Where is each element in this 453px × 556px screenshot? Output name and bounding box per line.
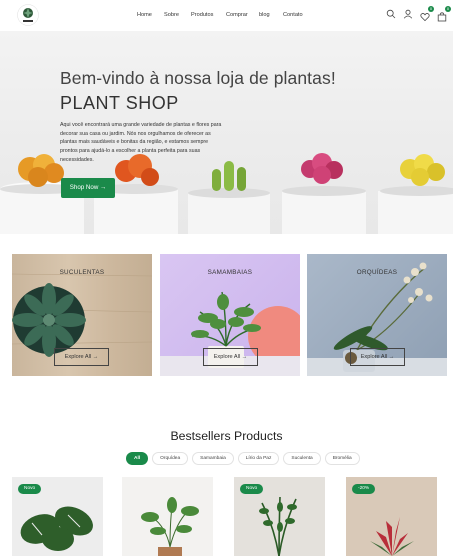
filter-all[interactable]: All: [126, 452, 149, 465]
hero-description: Aqui você encontrará uma grande variedad…: [60, 122, 222, 163]
nav-comprar[interactable]: Comprar: [226, 12, 248, 18]
search-icon[interactable]: [386, 9, 396, 19]
heart-icon: [420, 13, 430, 22]
product-card[interactable]: -20%: [346, 477, 437, 556]
filter-lirio-da-paz[interactable]: Lírio da Paz: [237, 452, 280, 465]
product-badge: -20%: [352, 484, 376, 494]
category-card-orquideas[interactable]: ORQUÍDEAS Explore All →: [307, 254, 447, 376]
shop-now-button[interactable]: Shop Now →: [61, 178, 115, 198]
filter-orquidea[interactable]: Orquídea: [152, 452, 189, 465]
product-card[interactable]: [122, 477, 213, 556]
explore-all-button[interactable]: Explore All →: [203, 348, 258, 366]
header-actions: 0 0: [386, 6, 451, 22]
nav-contato[interactable]: Contato: [283, 12, 303, 18]
explore-all-button[interactable]: Explore All →: [54, 348, 109, 366]
product-card[interactable]: Novo: [12, 477, 103, 556]
wishlist-count-badge: 0: [428, 6, 434, 12]
product-filter-tabs: All Orquídea Samambaia Lírio da Paz Sucu…: [126, 452, 360, 465]
product-badge: Novo: [18, 484, 42, 494]
hero-brand: PLANT SHOP: [60, 93, 179, 113]
category-card-samambaias[interactable]: SAMAMBAIAS Explore All →: [160, 254, 300, 376]
nav-sobre[interactable]: Sobre: [164, 12, 179, 18]
plant-shop-logo[interactable]: [17, 4, 39, 26]
product-badge: Novo: [240, 484, 264, 494]
filter-suculenta[interactable]: Suculenta: [283, 452, 321, 465]
nav-produtos[interactable]: Produtos: [191, 12, 213, 18]
nav-home[interactable]: Home: [137, 12, 152, 18]
product-card[interactable]: Novo: [234, 477, 325, 556]
cart-button[interactable]: 0: [437, 6, 451, 22]
shopping-bag-icon: [437, 12, 447, 22]
site-header: Home Sobre Produtos Comprar blog Contato…: [0, 0, 453, 31]
category-label: ORQUÍDEAS: [356, 269, 398, 276]
nav-blog[interactable]: blog: [259, 12, 270, 18]
filter-samambaia[interactable]: Samambaia: [192, 452, 234, 465]
cart-count-badge: 0: [445, 6, 451, 12]
user-icon[interactable]: [403, 9, 413, 19]
hero-title: Bem-vindo à nossa loja de plantas!: [60, 68, 336, 88]
category-card-suculentas[interactable]: SUCULENTAS Explore All →: [12, 254, 152, 376]
category-label: SAMAMBAIAS: [207, 269, 253, 276]
hero-banner: Bem-vindo à nossa loja de plantas! PLANT…: [0, 31, 453, 234]
bestsellers-title: Bestsellers Products: [170, 429, 283, 443]
filter-bromelia[interactable]: Bromélia: [324, 452, 360, 465]
category-label: SUCULENTAS: [59, 269, 105, 276]
explore-all-button[interactable]: Explore All →: [350, 348, 405, 366]
wishlist-button[interactable]: 0: [420, 6, 434, 22]
plant-image: [141, 497, 199, 556]
